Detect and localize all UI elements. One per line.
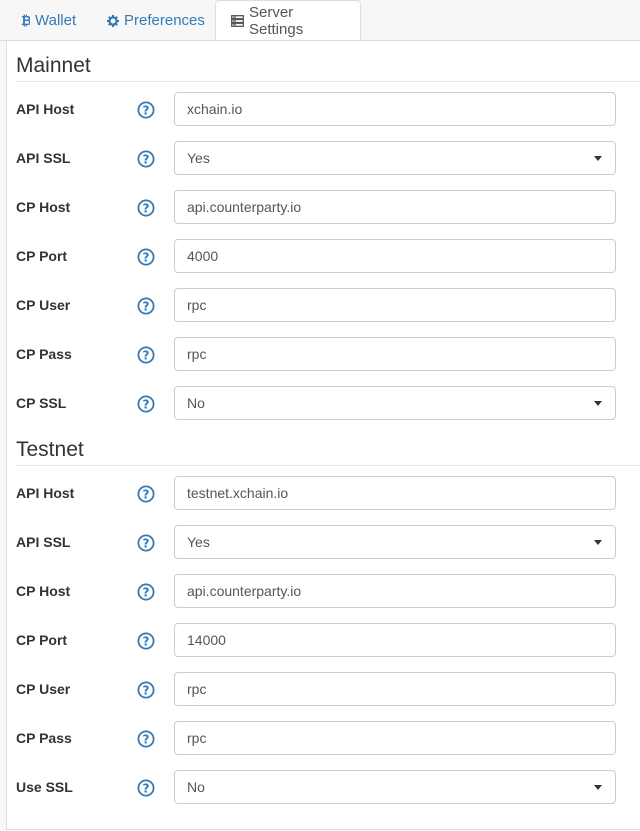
- testnet-api-host-label: API Host: [16, 485, 75, 501]
- testnet-use-ssl-select[interactable]: No: [174, 770, 616, 804]
- svg-text:?: ?: [143, 299, 150, 313]
- testnet-cp-port-label: CP Port: [16, 632, 68, 648]
- svg-text:?: ?: [143, 683, 150, 697]
- caret-down-icon: [594, 401, 602, 406]
- caret-down-icon: [594, 540, 602, 545]
- svg-text:?: ?: [143, 348, 150, 362]
- mainnet-cp-ssl-label: CP SSL: [16, 395, 67, 411]
- mainnet-cp-ssl-select[interactable]: No: [174, 386, 616, 420]
- question-circle-icon[interactable]: ?: [137, 297, 155, 315]
- question-circle-icon[interactable]: ?: [137, 395, 155, 413]
- svg-text:?: ?: [143, 634, 150, 648]
- question-circle-icon[interactable]: ?: [137, 632, 155, 650]
- testnet-cp-host-input[interactable]: [174, 574, 616, 608]
- svg-text:?: ?: [143, 585, 150, 599]
- mainnet-cp-host-input[interactable]: [174, 190, 616, 224]
- testnet-cp-user-label: CP User: [16, 681, 71, 697]
- svg-text:?: ?: [143, 103, 150, 117]
- question-circle-icon[interactable]: ?: [137, 583, 155, 601]
- mainnet-api-ssl-label: API SSL: [16, 150, 71, 166]
- settings-tabs: ₿ Wallet Preferences Server Settings: [0, 0, 640, 42]
- testnet-api-ssl-value: Yes: [187, 534, 210, 550]
- mainnet-cp-user-input[interactable]: [174, 288, 616, 322]
- svg-text:?: ?: [143, 487, 150, 501]
- mainnet-cp-port-input[interactable]: [174, 239, 616, 273]
- testnet-use-ssl-label: Use SSL: [16, 779, 73, 795]
- tab-preferences-label: Preferences: [124, 12, 205, 29]
- mainnet-api-host-input[interactable]: [174, 92, 616, 126]
- testnet-use-ssl-value: No: [187, 779, 205, 795]
- svg-text:?: ?: [143, 152, 150, 166]
- caret-down-icon: [594, 785, 602, 790]
- question-circle-icon[interactable]: ?: [137, 346, 155, 364]
- question-circle-icon[interactable]: ?: [137, 150, 155, 168]
- svg-text:?: ?: [143, 536, 150, 550]
- tab-preferences[interactable]: Preferences: [92, 0, 220, 41]
- mainnet-api-ssl-value: Yes: [187, 150, 210, 166]
- testnet-heading: Testnet: [16, 438, 84, 461]
- svg-text:?: ?: [143, 397, 150, 411]
- mainnet-heading: Mainnet: [16, 54, 91, 77]
- mainnet-cp-pass-label: CP Pass: [16, 346, 72, 362]
- svg-text:?: ?: [143, 250, 150, 264]
- mainnet-cp-pass-input[interactable]: [174, 337, 616, 371]
- testnet-cp-user-input[interactable]: [174, 672, 616, 706]
- svg-text:?: ?: [143, 732, 150, 746]
- testnet-api-ssl-label: API SSL: [16, 534, 71, 550]
- testnet-api-host-input[interactable]: [174, 476, 616, 510]
- mainnet-cp-ssl-value: No: [187, 395, 205, 411]
- mainnet-cp-user-label: CP User: [16, 297, 71, 313]
- svg-text:₿: ₿: [21, 14, 30, 27]
- gear-icon: [107, 14, 119, 27]
- question-circle-icon[interactable]: ?: [137, 730, 155, 748]
- mainnet-cp-port-label: CP Port: [16, 248, 68, 264]
- question-circle-icon[interactable]: ?: [137, 681, 155, 699]
- tab-server-settings-label: Server Settings: [249, 4, 304, 38]
- bitcoin-icon: ₿: [21, 14, 30, 27]
- mainnet-cp-host-label: CP Host: [16, 199, 71, 215]
- testnet-cp-pass-label: CP Pass: [16, 730, 72, 746]
- tab-wallet-label: Wallet: [35, 12, 77, 29]
- svg-text:?: ?: [143, 781, 150, 795]
- testnet-cp-host-label: CP Host: [16, 583, 71, 599]
- question-circle-icon[interactable]: ?: [137, 779, 155, 797]
- tab-wallet[interactable]: ₿ Wallet: [6, 0, 91, 41]
- testnet-api-ssl-select[interactable]: Yes: [174, 525, 616, 559]
- question-circle-icon[interactable]: ?: [137, 101, 155, 119]
- server-icon: [231, 15, 244, 27]
- caret-down-icon: [594, 156, 602, 161]
- question-circle-icon[interactable]: ?: [137, 199, 155, 217]
- question-circle-icon[interactable]: ?: [137, 485, 155, 503]
- testnet-divider: [16, 465, 640, 466]
- question-circle-icon[interactable]: ?: [137, 248, 155, 266]
- question-circle-icon[interactable]: ?: [137, 534, 155, 552]
- mainnet-api-host-label: API Host: [16, 101, 75, 117]
- mainnet-divider: [16, 81, 640, 82]
- testnet-cp-pass-input[interactable]: [174, 721, 616, 755]
- testnet-cp-port-input[interactable]: [174, 623, 616, 657]
- mainnet-api-ssl-select[interactable]: Yes: [174, 141, 616, 175]
- svg-text:?: ?: [143, 201, 150, 215]
- tab-server-settings[interactable]: Server Settings: [215, 0, 361, 42]
